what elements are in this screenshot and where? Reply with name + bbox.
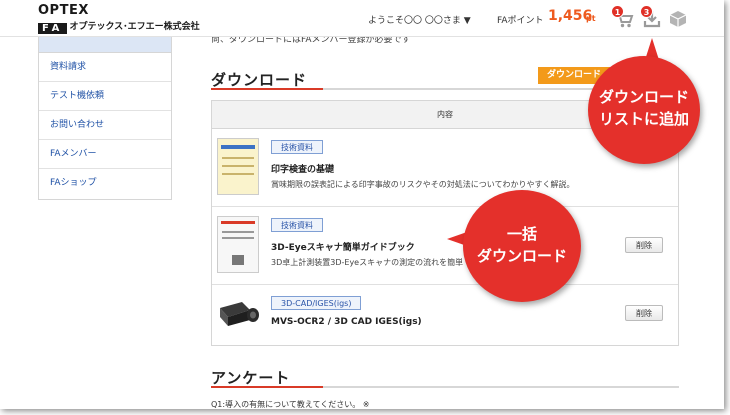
sidebar-item-fa-member[interactable]: FAメンバー (39, 140, 171, 169)
download-count-badge: 3 (640, 5, 653, 18)
sidebar-nav: 資料請求 テスト機依頼 お問い合わせ FAメンバー FAショップ (38, 37, 172, 200)
bulk-download-callout: 一括 ダウンロード (463, 190, 581, 302)
sidebar-active-item[interactable] (39, 37, 171, 53)
screenshot-frame: OPTEX FA オプテックス･エフエー株式会社 ようこそ〇〇 〇〇さま ▼ FA… (0, 0, 724, 409)
site-header: OPTEX FA オプテックス･エフエー株式会社 ようこそ〇〇 〇〇さま ▼ FA… (0, 0, 724, 37)
user-greeting-menu[interactable]: ようこそ〇〇 〇〇さま ▼ (368, 13, 471, 26)
box-icon[interactable] (668, 9, 688, 29)
item-description: 賞味期限の誤表記による印字事故のリスクやその対処法についてわかりやすく解説。 (271, 180, 575, 189)
item-title[interactable]: MVS-OCR2 / 3D CAD IGES(igs) (271, 317, 422, 327)
sidebar-item-document-request[interactable]: 資料請求 (39, 53, 171, 82)
item-title[interactable]: 印字検査の基礎 (271, 162, 334, 175)
company-name: オプテックス･エフエー株式会社 (69, 22, 200, 32)
category-tag: 3D-CAD/IGES(igs) (271, 296, 362, 310)
camera-product-image[interactable] (216, 298, 262, 328)
category-tag: 技術資料 (271, 218, 323, 232)
delete-button[interactable]: 削除 (625, 237, 663, 253)
callout-line: 一括 (506, 225, 537, 243)
logo-fa: FA (38, 22, 68, 34)
callout-line: リストに追加 (598, 110, 689, 128)
survey-question: Q1:導入の有無について教えてください。 ※ (211, 400, 370, 409)
fa-points-unit: pt (586, 14, 596, 23)
sidebar-item-contact[interactable]: お問い合わせ (39, 111, 171, 140)
logo-optex: OPTEX (38, 3, 89, 18)
sidebar-item-test-unit-request[interactable]: テスト機依頼 (39, 82, 171, 111)
sidebar-item-fa-shop[interactable]: FAショップ (39, 169, 171, 198)
company-logo[interactable]: OPTEX FA オプテックス･エフエー株式会社 (38, 3, 200, 36)
document-thumbnail[interactable] (217, 216, 259, 273)
download-section-title: ダウンロード (211, 71, 308, 89)
add-to-download-list-callout: ダウンロード リストに追加 (588, 56, 700, 164)
item-description: 3D卓上計測装置3D-Eyeスキャナの測定の流れを簡単 (271, 258, 464, 267)
category-tag: 技術資料 (271, 140, 323, 154)
document-thumbnail[interactable] (217, 138, 259, 195)
fa-points-label: FAポイント (497, 16, 544, 26)
survey-title-underline (211, 386, 679, 388)
delete-button[interactable]: 削除 (625, 305, 663, 321)
table-row: 3D-CAD/IGES(igs) MVS-OCR2 / 3D CAD IGES(… (212, 285, 678, 345)
callout-line: ダウンロード (476, 247, 567, 265)
item-title[interactable]: 3D-Eyeスキャナ簡単ガイドブック (271, 240, 415, 253)
table-row: 技術資料 3D-Eyeスキャナ簡単ガイドブック 3D卓上計測装置3D-Eyeスキ… (212, 207, 678, 285)
callout-line: ダウンロード (598, 88, 689, 106)
cart-count-badge: 1 (611, 5, 624, 18)
survey-section-title: アンケート (211, 369, 291, 387)
